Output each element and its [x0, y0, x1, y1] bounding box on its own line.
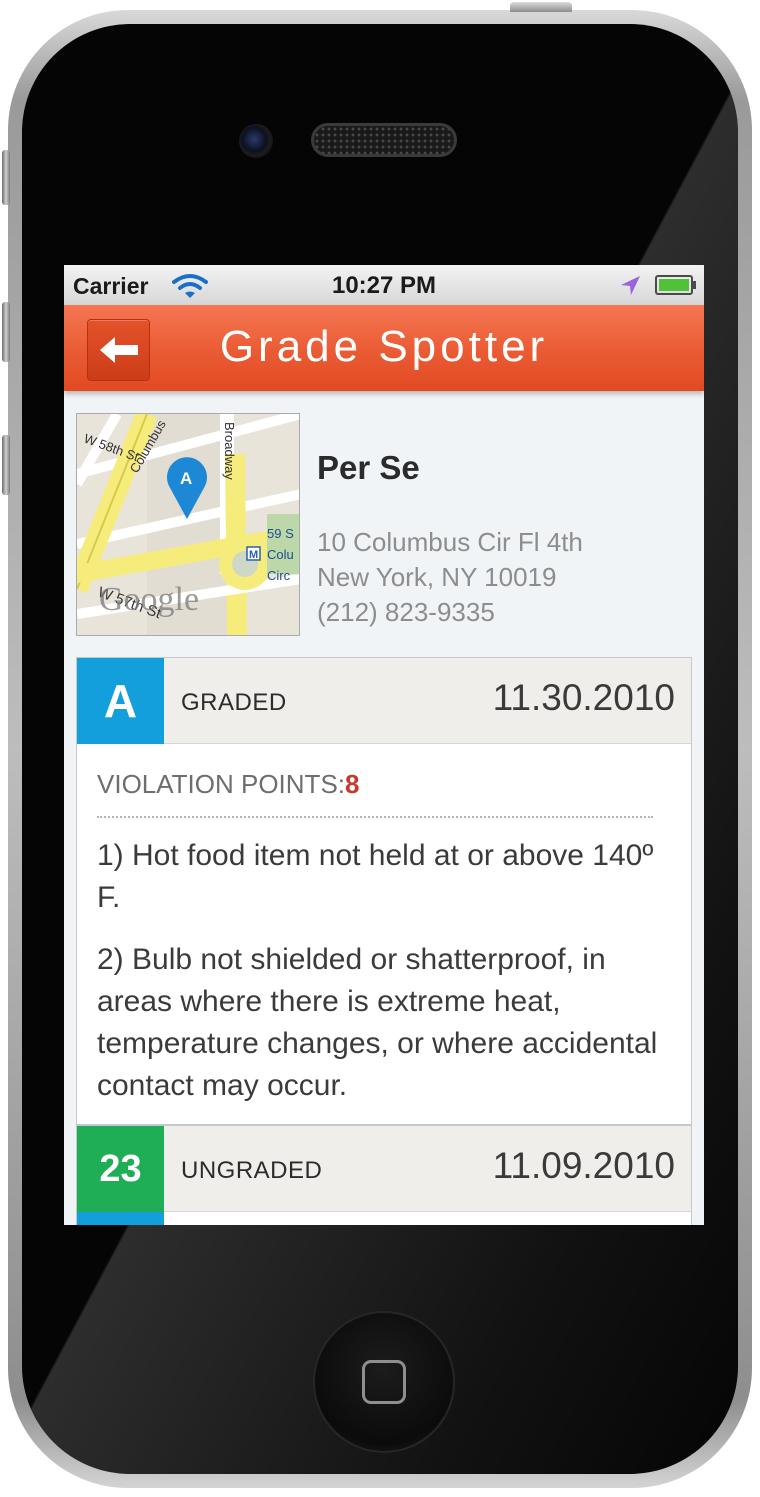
grade-badge: A: [77, 658, 164, 744]
map-thumbnail[interactable]: Columbus Broadway W 57th St W 58th St M …: [76, 413, 300, 636]
divider: [97, 816, 653, 818]
inspection-date: 11.09.2010: [492, 1145, 675, 1186]
violation-item: 2) Bulb not shielded or shatterproof, in…: [97, 943, 658, 1102]
violation-points-text: VIOLATION POINTS:: [97, 769, 346, 799]
clock: 10:27 PM: [331, 272, 437, 299]
restaurant-name: Per Se: [317, 449, 420, 486]
front-camera: [239, 124, 273, 158]
mute-switch: [2, 150, 10, 205]
phone-number[interactable]: (212) 823-9335: [317, 597, 495, 628]
map-watermark: Google: [99, 581, 199, 618]
inspection-header[interactable]: 23 UNGRADED 11.09.2010: [77, 1126, 691, 1212]
power-button: [510, 2, 572, 12]
address-street: 10 Columbus Cir Fl 4th: [317, 527, 583, 557]
grade-badge: 23: [77, 1126, 164, 1212]
station-label-line3: Circ: [267, 568, 291, 583]
station-label-line2: Colu: [267, 547, 294, 562]
inspection-card: 23 UNGRADED 11.09.2010: [76, 1125, 692, 1225]
map-pin-label: A: [180, 469, 192, 488]
app-title: Grade Spotter: [219, 322, 549, 371]
subway-station-icon-label: M: [249, 549, 258, 561]
inspection-card: A GRADED 11.30.2010 VIOLATION POINTS:8 1…: [76, 657, 692, 1125]
violation-points-value: 8: [345, 769, 360, 799]
grade-status: UNGRADED: [181, 1157, 323, 1184]
inspection-date: 11.30.2010: [492, 677, 675, 718]
location-arrow-icon: [621, 276, 640, 295]
grade-status: GRADED: [181, 689, 287, 716]
address-city: New York, NY 10019: [317, 562, 557, 592]
home-square-icon: [362, 1360, 406, 1404]
station-label-line1: 59 S: [267, 526, 294, 541]
next-grade-badge: [77, 1212, 164, 1225]
app-screen: Carrier 10:27 PM Grade Spotter Columbus …: [64, 265, 704, 1225]
violation-points-label: VIOLATION POINTS:8: [97, 769, 359, 800]
inspection-header[interactable]: A GRADED 11.30.2010: [77, 658, 691, 744]
navigation-bar: Grade Spotter: [64, 305, 704, 391]
battery-icon: [655, 275, 696, 295]
home-button[interactable]: [313, 1311, 455, 1453]
volume-up-button: [2, 302, 10, 362]
street-broadway-label: Broadway: [222, 422, 237, 480]
status-bar: Carrier 10:27 PM: [64, 265, 704, 305]
map-graphic: Columbus Broadway W 57th St W 58th St M …: [77, 414, 299, 635]
earpiece-speaker: [311, 123, 457, 157]
volume-down-button: [2, 435, 10, 495]
violation-item: 1) Hot food item not held at or above 14…: [97, 839, 654, 914]
